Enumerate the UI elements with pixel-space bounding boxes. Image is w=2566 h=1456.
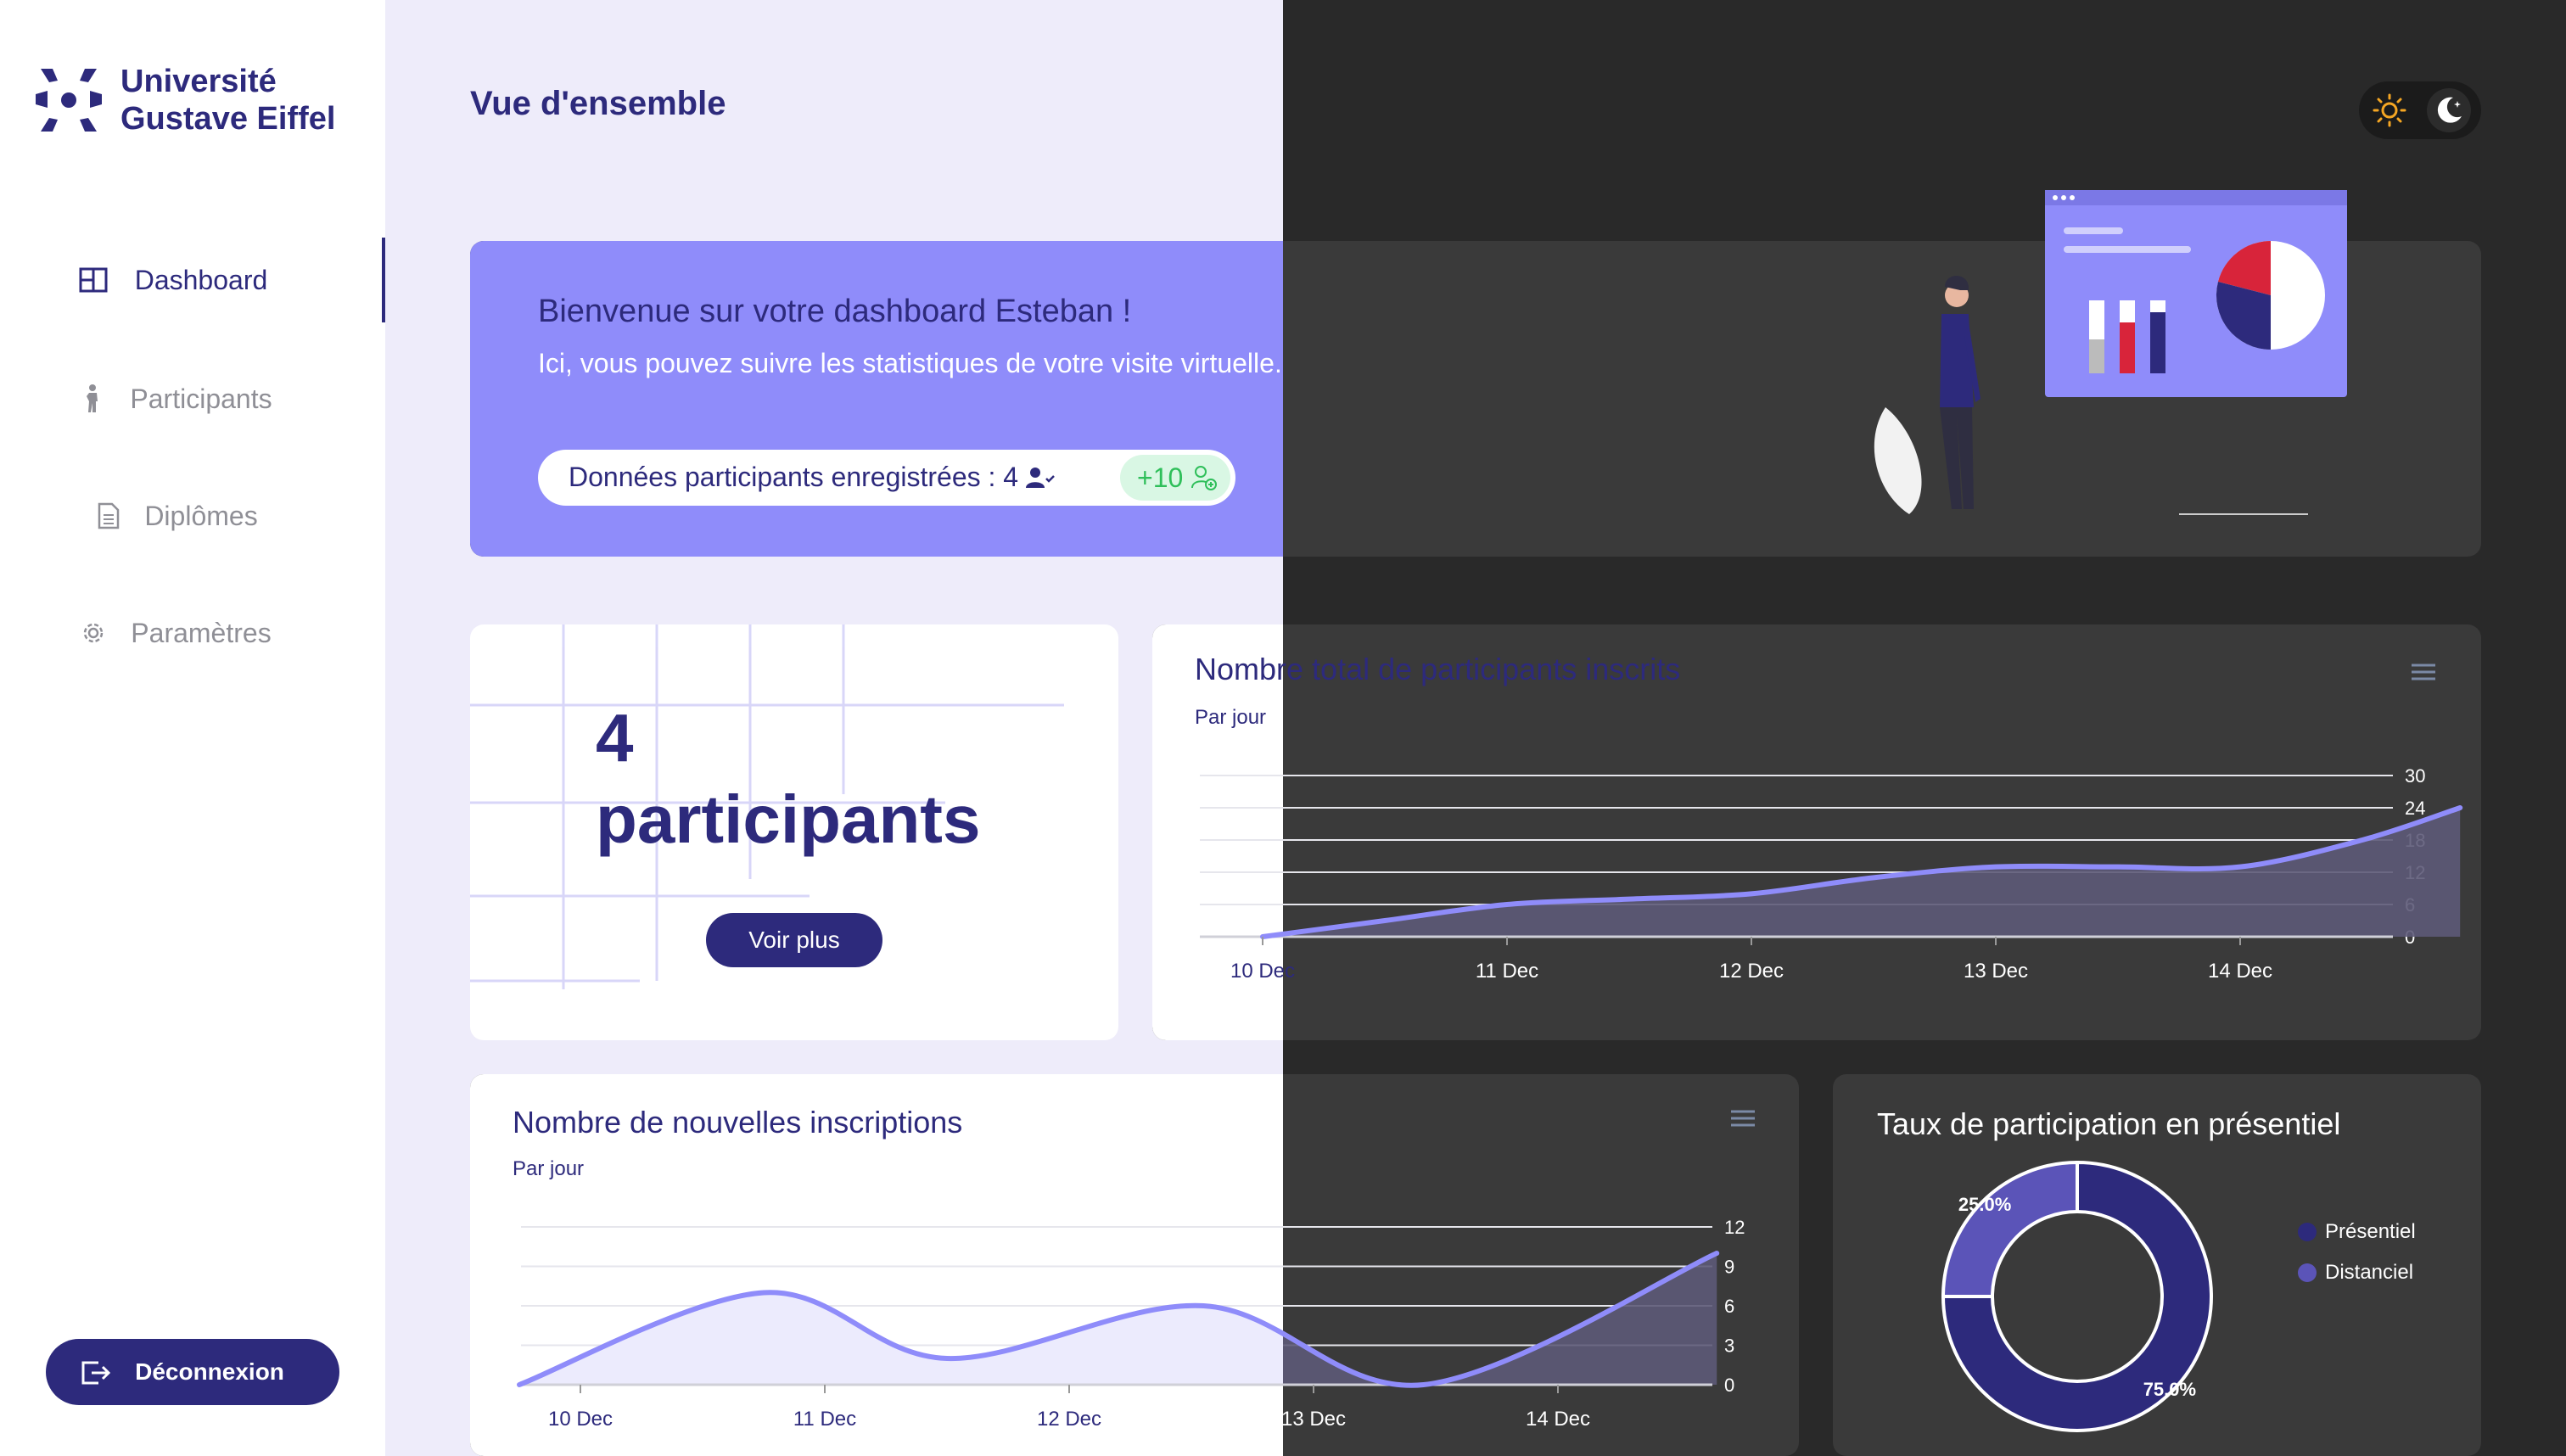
brand-line-1: Université (120, 64, 277, 99)
y-tick-label: 30 (2405, 765, 2425, 787)
welcome-subtitle: Ici, vous pouvez suivre les statistiques… (538, 348, 1282, 378)
participation-rate-card: Taux de participation en présentiel 75.0… (1833, 1074, 2481, 1456)
dashboard-illustration (1874, 190, 2347, 515)
sidebar-item-participants[interactable]: Participants (0, 356, 385, 441)
x-tick-label: 14 Dec (2208, 960, 2272, 983)
new-chart: 0 3 6 9 12 10 Dec 11 Dec 12 Dec 13 Dec 14 Dec (517, 1217, 1745, 1431)
y-tick-label: 3 (1724, 1336, 1734, 1357)
brand-logo[interactable]: Université Gustave Eiffel (36, 63, 335, 137)
participants-count-label: participants (596, 781, 981, 857)
y-tick-label: 9 (1724, 1257, 1734, 1278)
sidebar-item-label: Participants (130, 383, 272, 414)
active-indicator (382, 238, 385, 322)
page-title: Vue d'ensemble (470, 85, 726, 122)
user-add-icon (1191, 466, 1218, 490)
sidebar-item-dashboard[interactable]: Dashboard (0, 238, 385, 322)
logout-button[interactable]: Déconnexion (46, 1339, 339, 1405)
sidebar-item-label: Paramètres (131, 617, 272, 648)
total-participants-card: Nombre total de participants inscrits Pa… (1152, 624, 2481, 1040)
y-tick-label: 24 (2405, 798, 2425, 819)
x-tick-label: 12 Dec (1719, 960, 1784, 983)
pie-slice (1941, 1160, 2079, 1298)
sidebar: Université Gustave Eiffel Dashboard Part… (0, 0, 385, 1456)
moon-icon[interactable] (2427, 88, 2471, 132)
participants-stats-pill[interactable]: Données participants enregistrées : 4 +1… (538, 450, 1235, 506)
participants-count: 4 (596, 700, 634, 776)
slice-value-label: 25.0% (1958, 1194, 2011, 1215)
sidebar-item-label: Dashboard (134, 264, 268, 295)
brand-line-2: Gustave Eiffel (120, 101, 336, 137)
welcome-card-light (470, 241, 1283, 557)
stats-badge: +10 (1120, 455, 1230, 501)
sun-icon[interactable] (2371, 92, 2408, 129)
x-tick-label: 11 Dec (1476, 960, 1538, 983)
legend-marker (2298, 1263, 2317, 1282)
theme-toggle[interactable] (2359, 81, 2481, 139)
sidebar-item-parametres[interactable]: Paramètres (0, 591, 385, 675)
x-tick-label: 14 Dec (1526, 1408, 1590, 1431)
x-tick-label: 10 Dec (548, 1408, 613, 1431)
legend-marker (2298, 1223, 2317, 1241)
y-tick-label: 12 (1724, 1217, 1745, 1238)
x-tick-label: 11 Dec (793, 1408, 856, 1431)
x-tick-label: 10 Dec (1230, 960, 1295, 983)
y-tick-label: 0 (1724, 1375, 1734, 1396)
new-registrations-card: Nombre de nouvelles inscriptions Par jou… (470, 1074, 1799, 1456)
legend-item-distanciel[interactable]: Distanciel (2298, 1261, 2413, 1285)
legend-label: Présentiel (2325, 1220, 2416, 1243)
x-tick-label: 12 Dec (1037, 1408, 1101, 1431)
legend-label: Distanciel (2325, 1261, 2414, 1284)
y-tick-label: 6 (1724, 1296, 1734, 1317)
logo-icon (36, 69, 102, 132)
logout-label: Déconnexion (135, 1358, 284, 1385)
participants-card: 4 participants Voir plus (470, 624, 1118, 1040)
x-tick-label: 13 Dec (1964, 960, 2028, 983)
total-chart: 061218243010 Dec11 Dec12 Dec13 Dec14 Dec (1200, 765, 2463, 983)
sidebar-item-diplomes[interactable]: Diplômes (0, 473, 385, 558)
sidebar-item-label: Diplômes (144, 500, 258, 531)
stats-text: Données participants enregistrées : 4 (569, 462, 1055, 493)
slice-value-label: 75.0% (2143, 1379, 2196, 1400)
legend-item-presentiel[interactable]: Présentiel (2298, 1220, 2416, 1244)
donut-chart: 75.0% 25.0% (1941, 1160, 2213, 1432)
welcome-title: Bienvenue sur votre dashboard Esteban ! (538, 294, 1132, 329)
user-check-icon (1025, 468, 1055, 488)
x-tick-label: 13 Dec (1281, 1408, 1346, 1431)
voir-plus-button[interactable]: Voir plus (706, 913, 882, 967)
